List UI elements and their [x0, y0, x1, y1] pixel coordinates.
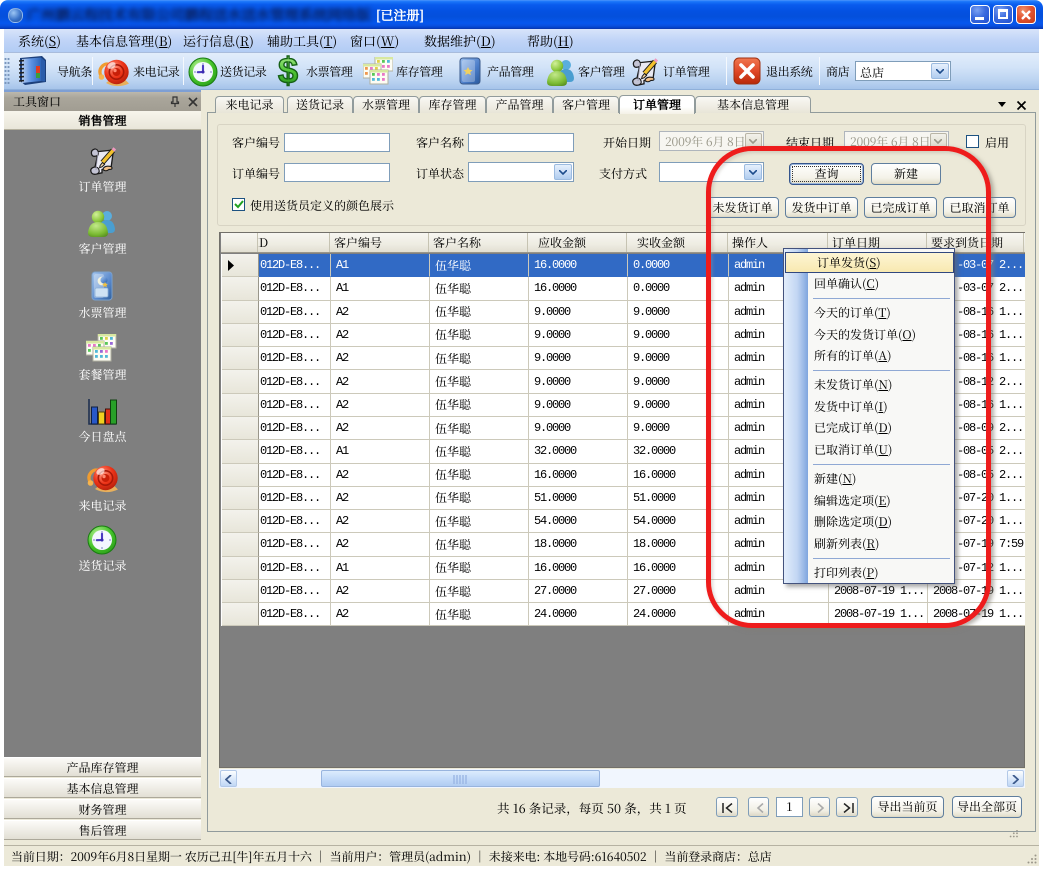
- svg-text:$: $: [278, 55, 298, 88]
